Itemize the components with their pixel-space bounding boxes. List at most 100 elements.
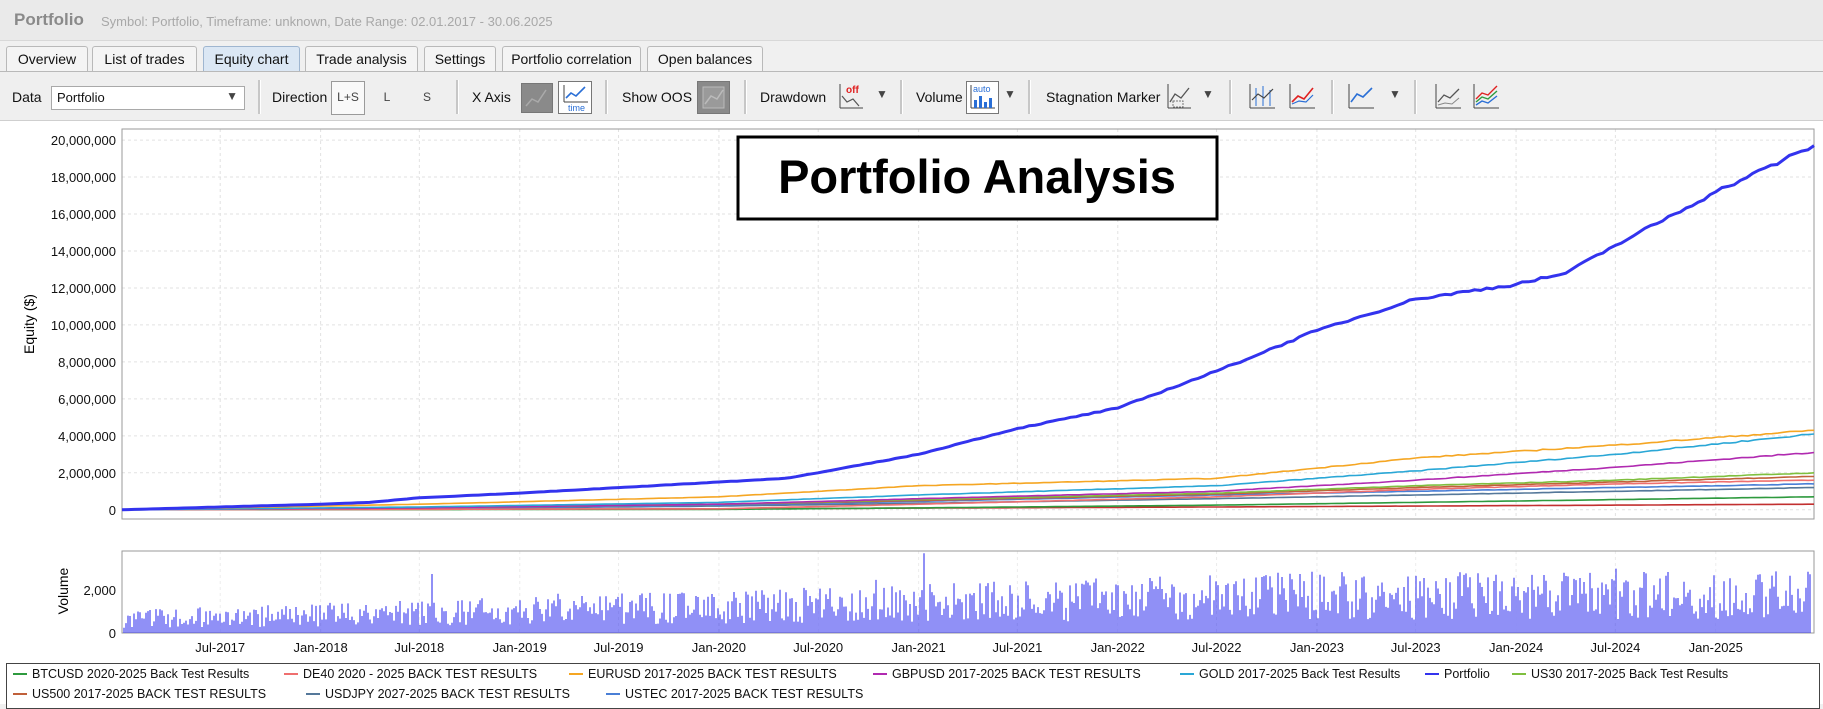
legend-swatch: [606, 692, 620, 695]
data-label: Data: [12, 89, 42, 105]
legend-item[interactable]: DE40 2020 - 2025 BACK TEST RESULTS: [284, 667, 537, 681]
legend-item[interactable]: Portfolio: [1425, 667, 1490, 681]
legend-item[interactable]: US500 2017-2025 BACK TEST RESULTS: [13, 687, 266, 701]
legend-swatch: [284, 672, 298, 675]
volume-button[interactable]: auto: [966, 81, 999, 114]
legend-item[interactable]: EURUSD 2017-2025 BACK TEST RESULTS: [569, 667, 837, 681]
multi-series-icon: [1473, 84, 1499, 109]
tab-bar: Overview List of trades Equity chart Tra…: [0, 46, 1823, 72]
trades-axis-icon: [525, 89, 547, 107]
legend-item[interactable]: GOLD 2017-2025 Back Test Results: [1180, 667, 1400, 681]
trade-markers-button[interactable]: [1247, 82, 1277, 112]
x-tick-label: Jan-2024: [1489, 640, 1543, 655]
single-series-button[interactable]: [1433, 82, 1463, 112]
legend-swatch: [13, 672, 27, 675]
toolbar-separator: [1414, 80, 1417, 114]
legend-swatch: [1180, 672, 1194, 675]
window-subtitle: Symbol: Portfolio, Timeframe: unknown, D…: [101, 14, 553, 29]
line-chart-dropdown-icon[interactable]: ▼: [1389, 87, 1401, 101]
data-select[interactable]: Portfolio ▼: [51, 86, 245, 110]
tab-trade-analysis[interactable]: Trade analysis: [305, 46, 418, 72]
legend-label: EURUSD 2017-2025 BACK TEST RESULTS: [588, 667, 837, 681]
stagnation-label: Stagnation Marker: [1046, 89, 1161, 105]
tab-overview[interactable]: Overview: [6, 46, 88, 72]
x-tick-label: Jul-2018: [394, 640, 444, 655]
xaxis-time-button[interactable]: time: [558, 81, 592, 114]
x-tick-label: Jul-2019: [594, 640, 644, 655]
y-tick-label: 10,000,000: [51, 318, 116, 333]
toolbar-separator: [1331, 80, 1334, 114]
toolbar-separator: [900, 80, 903, 114]
data-select-value: Portfolio: [57, 90, 105, 105]
tab-portfolio-correlation[interactable]: Portfolio correlation: [502, 46, 641, 72]
y-tick-label: 4,000,000: [58, 429, 116, 444]
volume-dropdown-icon[interactable]: ▼: [1004, 87, 1016, 101]
x-tick-label: Jul-2024: [1590, 640, 1640, 655]
x-tick-label: Jul-2023: [1391, 640, 1441, 655]
x-tick-label: Jul-2017: [195, 640, 245, 655]
drawdown-badge: off: [846, 85, 859, 96]
xaxis-trades-button[interactable]: [521, 83, 553, 113]
direction-long-button[interactable]: L: [372, 81, 402, 115]
compare-lines-button[interactable]: [1287, 82, 1317, 112]
tab-settings[interactable]: Settings: [424, 46, 496, 72]
line-chart-button[interactable]: [1346, 82, 1376, 112]
x-tick-label: Jan-2020: [692, 640, 746, 655]
legend-label: GOLD 2017-2025 Back Test Results: [1199, 667, 1401, 681]
tab-list-of-trades[interactable]: List of trades: [92, 46, 197, 72]
time-badge: time: [568, 103, 585, 113]
portfolio-analysis-title: Portfolio Analysis: [778, 150, 1176, 203]
legend-item[interactable]: US30 2017-2025 Back Test Results: [1512, 667, 1728, 681]
chevron-down-icon: ▼: [226, 89, 238, 103]
stagnation-dropdown-icon[interactable]: ▼: [1202, 87, 1214, 101]
y-tick-label: 0: [109, 503, 116, 518]
tab-open-balances[interactable]: Open balances: [647, 46, 763, 72]
equity-y-ticks: 20,000,000 18,000,000 16,000,000 14,000,000…: [51, 133, 116, 518]
toolbar-separator: [258, 80, 261, 114]
window-titlebar: Portfolio Symbol: Portfolio, Timeframe: …: [0, 0, 1823, 41]
legend-item[interactable]: BTCUSD 2020-2025 Back Test Results: [13, 667, 249, 681]
drawdown-label: Drawdown: [760, 89, 827, 105]
equity-chart[interactable]: 20,000,000 18,000,000 16,000,000 14,000,000…: [0, 121, 1823, 663]
legend-item[interactable]: GBPUSD 2017-2025 BACK TEST RESULTS: [873, 667, 1141, 681]
show-oos-label: Show OOS: [622, 89, 693, 105]
legend-item[interactable]: USTEC 2017-2025 BACK TEST RESULTS: [606, 687, 863, 701]
legend-item[interactable]: USDJPY 2027-2025 BACK TEST RESULTS: [306, 687, 570, 701]
y-tick-label: 2,000,000: [58, 466, 116, 481]
volume-y-axis-label: Volume: [55, 567, 71, 614]
legend-swatch: [1512, 672, 1526, 675]
y-tick-label: 18,000,000: [51, 170, 116, 185]
volume-badge: auto: [973, 84, 991, 94]
tab-equity-chart[interactable]: Equity chart: [203, 46, 300, 72]
stagnation-button[interactable]: [1165, 82, 1193, 112]
time-axis-icon: time: [563, 85, 588, 113]
show-oos-button[interactable]: [697, 81, 730, 114]
x-tick-label: Jan-2018: [294, 640, 348, 655]
x-tick-label: Jan-2019: [493, 640, 547, 655]
drawdown-button[interactable]: off: [837, 82, 865, 112]
direction-short-button[interactable]: S: [412, 81, 442, 115]
x-tick-label: Jul-2020: [793, 640, 843, 655]
legend-swatch: [569, 672, 583, 675]
direction-ls-button[interactable]: L+S: [331, 81, 365, 115]
chart-panel: 20,000,000 18,000,000 16,000,000 14,000,000…: [0, 121, 1823, 704]
equity-y-axis-label: Equity ($): [21, 294, 37, 354]
x-axis-ticks: Jul-2017 Jan-2018 Jul-2018 Jan-2019 Jul-2019…: [195, 640, 1743, 655]
legend-swatch: [306, 692, 320, 695]
y-tick-label: 20,000,000: [51, 133, 116, 148]
legend-swatch: [1425, 672, 1439, 675]
volume-label: Volume: [916, 89, 963, 105]
legend-label: USTEC 2017-2025 BACK TEST RESULTS: [625, 687, 864, 701]
bars-chart-icon: [1249, 84, 1275, 109]
multi-series-button[interactable]: [1471, 82, 1501, 112]
xaxis-label: X Axis: [472, 89, 511, 105]
toolbar-separator: [1028, 80, 1031, 114]
chart-legend: BTCUSD 2020-2025 Back Test Results DE40 …: [6, 663, 1820, 709]
volume-y-tick-label: 0: [109, 626, 116, 641]
compare-lines-icon: [1289, 84, 1315, 109]
toolbar-separator: [744, 80, 747, 114]
portfolio-analysis-title-box: Portfolio Analysis: [736, 135, 1219, 221]
x-tick-label: Jan-2023: [1290, 640, 1344, 655]
drawdown-dropdown-icon[interactable]: ▼: [876, 87, 888, 101]
legend-label: US30 2017-2025 Back Test Results: [1531, 667, 1729, 681]
